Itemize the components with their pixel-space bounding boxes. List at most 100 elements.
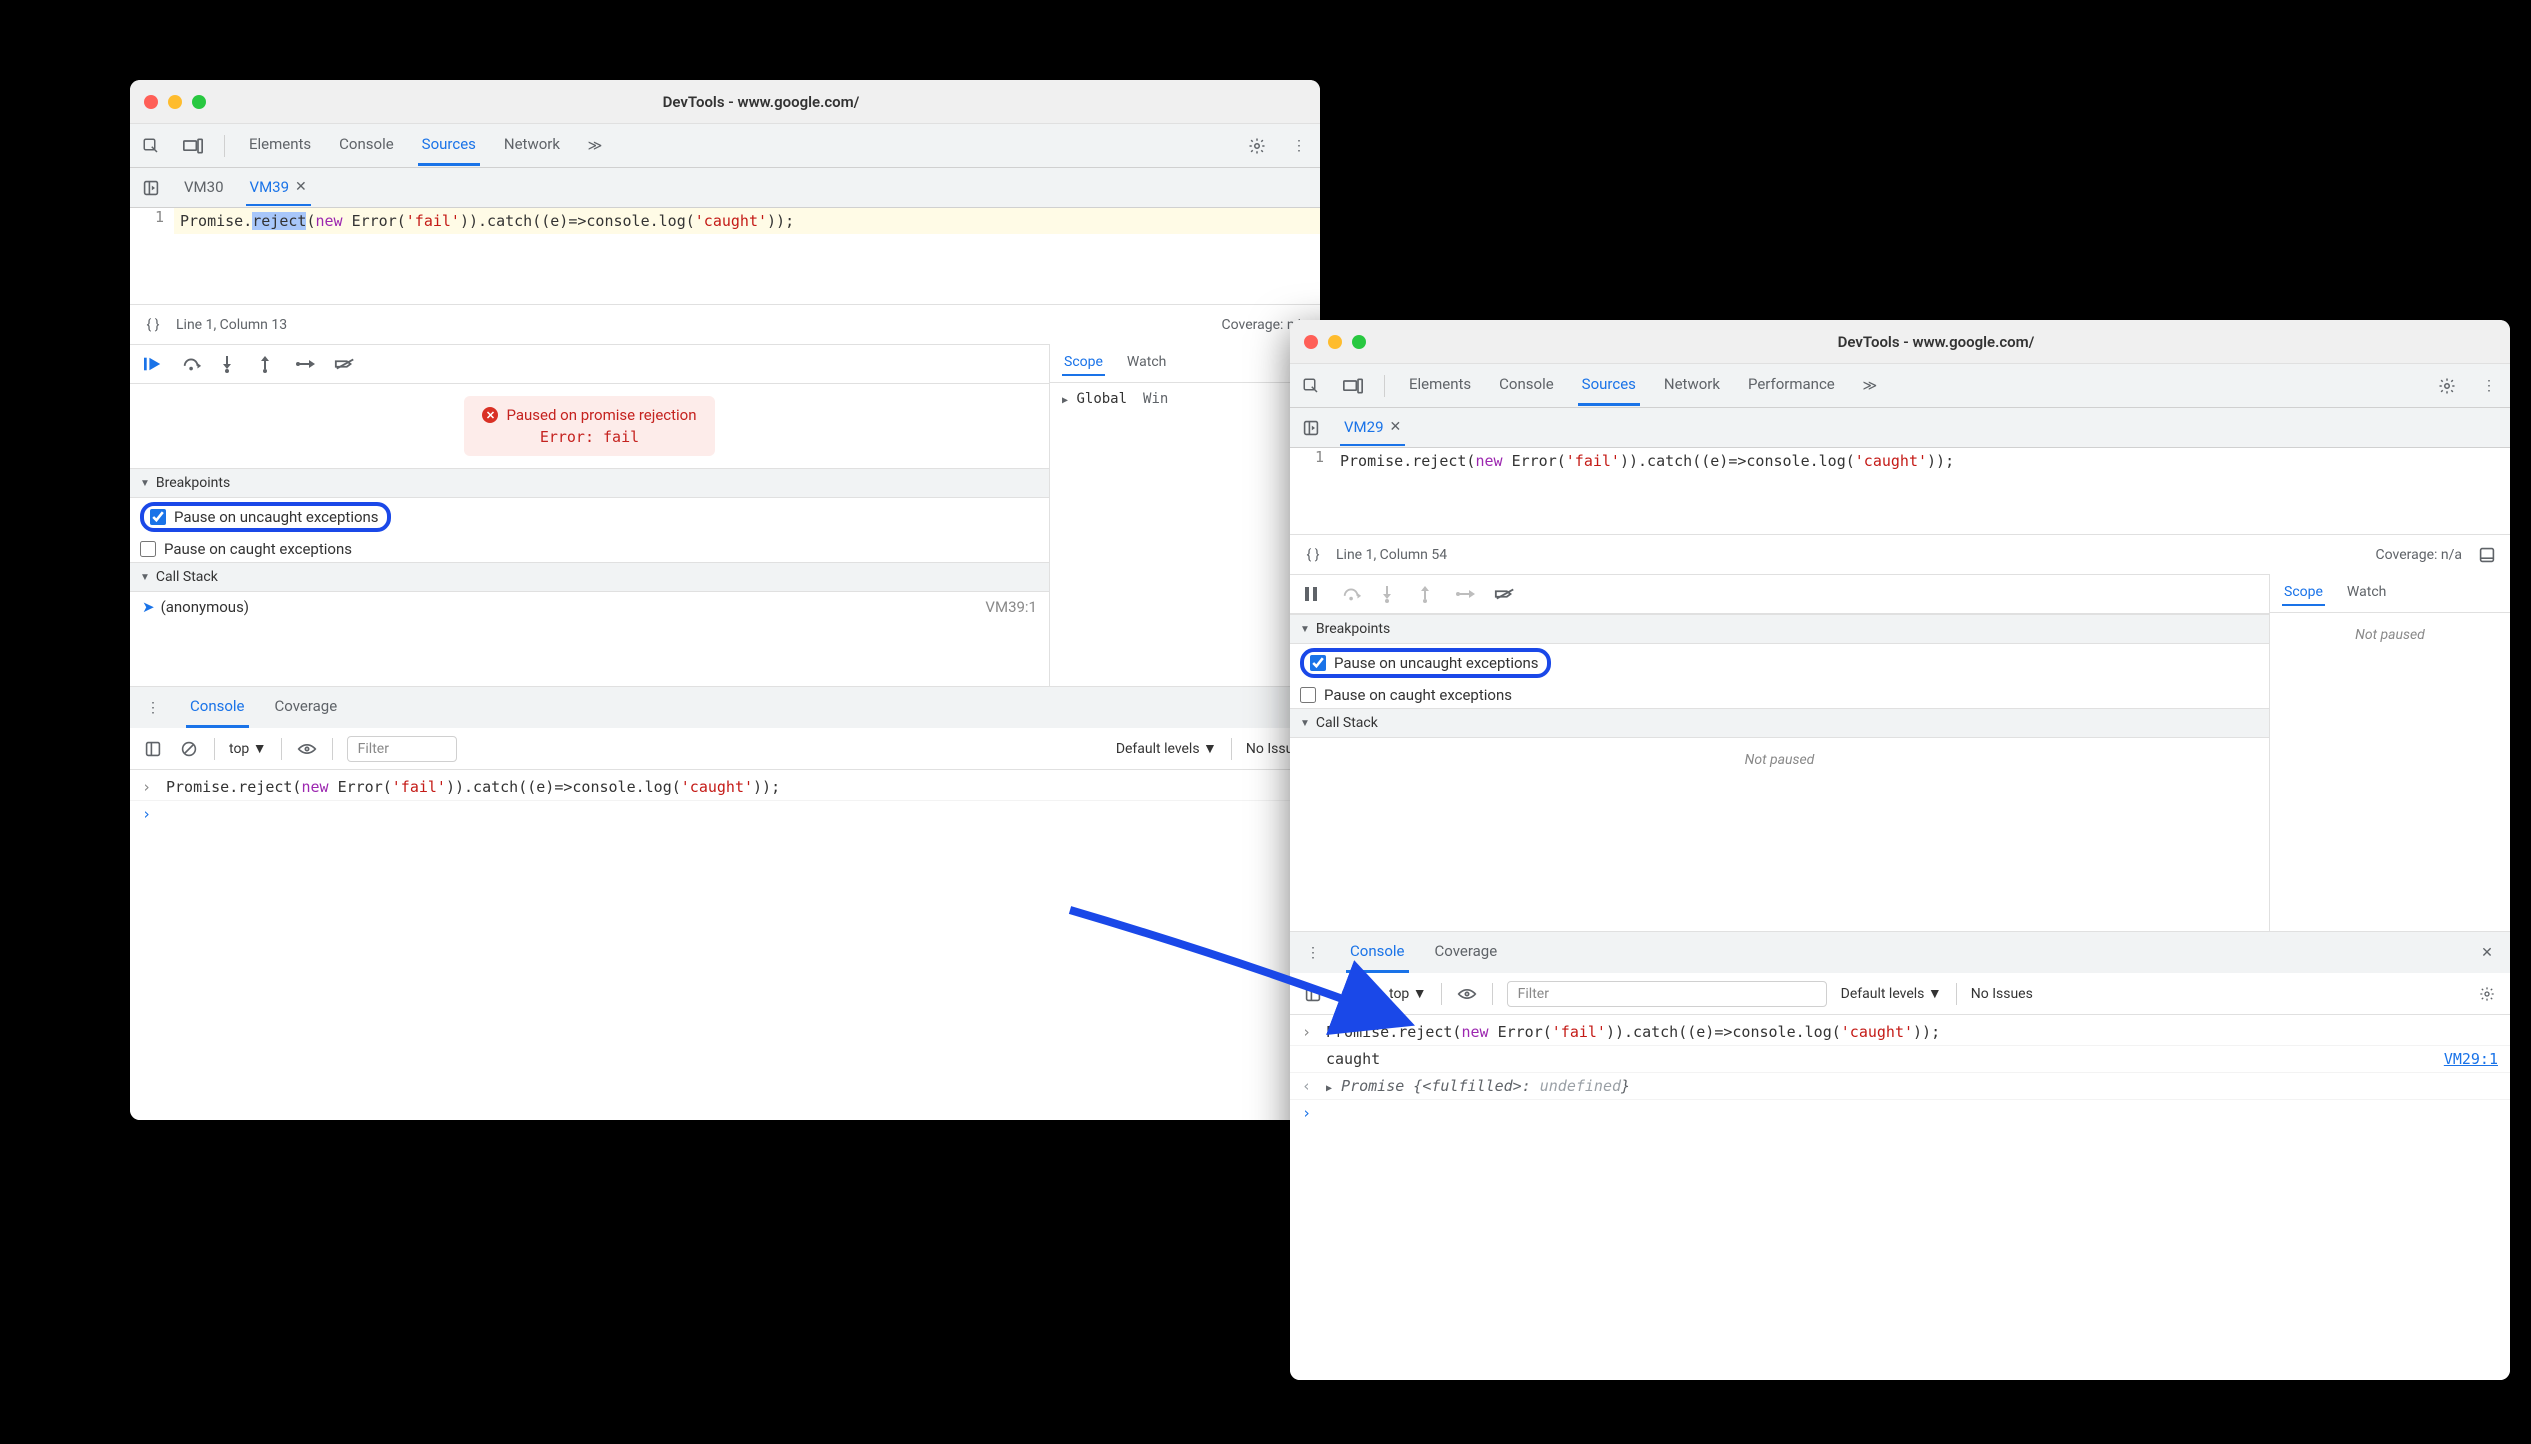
console-source-link[interactable]: VM29:1 bbox=[2444, 1050, 2498, 1068]
clear-console-icon[interactable] bbox=[1338, 983, 1360, 1005]
code-line-1[interactable]: Promise.reject(new Error('fail')).catch(… bbox=[174, 208, 1320, 234]
pause-icon[interactable] bbox=[1304, 586, 1324, 602]
section-breakpoints[interactable]: ▼ Breakpoints bbox=[130, 468, 1049, 498]
tab-scope[interactable]: Scope bbox=[2282, 580, 2325, 606]
console-log-row[interactable]: caught VM29:1 bbox=[1290, 1046, 2510, 1073]
tab-watch[interactable]: Watch bbox=[1125, 350, 1168, 376]
step-icon[interactable] bbox=[296, 357, 316, 371]
tab-console[interactable]: Console bbox=[335, 125, 398, 166]
stack-frame[interactable]: ➤ (anonymous) VM39:1 bbox=[130, 592, 1049, 622]
more-tabs-icon[interactable]: ≫ bbox=[584, 135, 606, 157]
separator bbox=[1231, 738, 1232, 760]
code-editor[interactable]: 1 Promise.reject(new Error('fail')).catc… bbox=[1290, 448, 2510, 534]
code-editor[interactable]: 1 Promise.reject(new Error('fail')).catc… bbox=[130, 208, 1320, 304]
code-line-1[interactable]: Promise.reject(new Error('fail')).catch(… bbox=[1334, 448, 2510, 474]
minimize-icon[interactable] bbox=[1328, 335, 1342, 349]
kebab-icon[interactable]: ⋮ bbox=[1288, 135, 1310, 157]
kebab-icon[interactable]: ⋮ bbox=[2478, 375, 2500, 397]
resume-icon[interactable] bbox=[144, 356, 164, 372]
drawer-tab-coverage[interactable]: Coverage bbox=[1431, 932, 1502, 973]
navigator-toggle-icon[interactable] bbox=[1300, 417, 1322, 439]
inspect-icon[interactable] bbox=[1300, 375, 1322, 397]
minimize-icon[interactable] bbox=[168, 95, 182, 109]
device-toggle-icon[interactable] bbox=[182, 135, 204, 157]
context-selector[interactable]: top ▼ bbox=[1389, 985, 1427, 1002]
kebab-icon[interactable]: ⋮ bbox=[142, 697, 164, 719]
tab-elements[interactable]: Elements bbox=[1405, 365, 1475, 406]
section-title: Breakpoints bbox=[156, 475, 230, 491]
log-levels-selector[interactable]: Default levels ▼ bbox=[1841, 985, 1942, 1002]
checkbox-pause-uncaught[interactable] bbox=[150, 509, 166, 525]
filter-input[interactable]: Filter bbox=[1507, 981, 1827, 1007]
drawer-tab-coverage[interactable]: Coverage bbox=[271, 687, 342, 728]
input-caret-icon: › bbox=[142, 778, 156, 796]
console-input-row[interactable]: › Promise.reject(new Error('fail')).catc… bbox=[130, 774, 1320, 801]
live-expression-icon[interactable] bbox=[296, 738, 318, 760]
tab-sources[interactable]: Sources bbox=[418, 125, 480, 166]
clear-console-icon[interactable] bbox=[178, 738, 200, 760]
step-out-icon[interactable] bbox=[258, 355, 278, 373]
close-icon[interactable] bbox=[144, 95, 158, 109]
console-toolbar: top ▼ Filter Default levels ▼ No Issues bbox=[1290, 973, 2510, 1015]
console-body: › Promise.reject(new Error('fail')).catc… bbox=[130, 770, 1320, 1120]
separator bbox=[1384, 375, 1385, 397]
step-icon bbox=[1456, 587, 1476, 601]
tab-performance[interactable]: Performance bbox=[1744, 365, 1839, 406]
navigator-toggle-icon[interactable] bbox=[140, 177, 162, 199]
file-tab-vm30[interactable]: VM30 bbox=[180, 170, 228, 206]
deactivate-breakpoints-icon[interactable] bbox=[1494, 587, 1514, 601]
format-icon[interactable]: { } bbox=[142, 314, 164, 336]
tab-watch[interactable]: Watch bbox=[2345, 580, 2388, 606]
close-icon[interactable] bbox=[1304, 335, 1318, 349]
console-prompt-row[interactable]: › bbox=[130, 801, 1320, 827]
step-over-icon[interactable] bbox=[182, 356, 202, 372]
gear-icon[interactable] bbox=[2436, 375, 2458, 397]
kebab-icon[interactable]: ⋮ bbox=[1302, 942, 1324, 964]
scope-watch-tabs: Scope Watch bbox=[2270, 574, 2510, 613]
coverage-toggle-icon[interactable] bbox=[2476, 544, 2498, 566]
tab-network[interactable]: Network bbox=[1660, 365, 1724, 406]
gear-icon[interactable] bbox=[1246, 135, 1268, 157]
inspect-icon[interactable] bbox=[140, 135, 162, 157]
live-expression-icon[interactable] bbox=[1456, 983, 1478, 1005]
file-tab-vm39[interactable]: VM39 ✕ bbox=[246, 170, 311, 206]
highlight-annotation: Pause on uncaught exceptions bbox=[1300, 648, 1551, 678]
tab-network[interactable]: Network bbox=[500, 125, 564, 166]
console-return-row[interactable]: ‹ ▶ Promise {<fulfilled>: undefined} bbox=[1290, 1073, 2510, 1100]
step-into-icon[interactable] bbox=[220, 355, 240, 373]
deactivate-breakpoints-icon[interactable] bbox=[334, 357, 354, 371]
issues-button[interactable]: No Issues bbox=[1971, 986, 2033, 1002]
more-tabs-icon[interactable]: ≫ bbox=[1859, 375, 1881, 397]
close-icon[interactable]: ✕ bbox=[1390, 419, 1402, 435]
tab-scope[interactable]: Scope bbox=[1062, 350, 1105, 376]
scope-global-row[interactable]: ▶ Global Win bbox=[1062, 391, 1308, 407]
format-icon[interactable]: { } bbox=[1302, 544, 1324, 566]
tab-elements[interactable]: Elements bbox=[245, 125, 315, 166]
checkbox-pause-caught[interactable] bbox=[1300, 687, 1316, 703]
close-icon[interactable]: ✕ bbox=[2476, 942, 2498, 964]
context-selector[interactable]: top ▼ bbox=[229, 740, 267, 757]
filter-input[interactable]: Filter bbox=[347, 736, 457, 762]
drawer-tab-console[interactable]: Console bbox=[186, 687, 249, 728]
device-toggle-icon[interactable] bbox=[1342, 375, 1364, 397]
maximize-icon[interactable] bbox=[1352, 335, 1366, 349]
section-callstack[interactable]: ▼ Call Stack bbox=[130, 562, 1049, 592]
current-frame-icon: ➤ bbox=[142, 598, 155, 616]
log-levels-selector[interactable]: Default levels ▼ bbox=[1116, 740, 1217, 757]
gear-icon[interactable] bbox=[2476, 983, 2498, 1005]
drawer-tab-console[interactable]: Console bbox=[1346, 932, 1409, 973]
console-prompt-row[interactable]: › bbox=[1290, 1100, 2510, 1126]
debugger-toolbar bbox=[130, 344, 1049, 384]
tab-sources[interactable]: Sources bbox=[1578, 365, 1640, 406]
tab-console[interactable]: Console bbox=[1495, 365, 1558, 406]
sidebar-toggle-icon[interactable] bbox=[1302, 983, 1324, 1005]
checkbox-pause-uncaught[interactable] bbox=[1310, 655, 1326, 671]
section-breakpoints[interactable]: ▼ Breakpoints bbox=[1290, 614, 2269, 644]
file-tab-vm29[interactable]: VM29 ✕ bbox=[1340, 410, 1405, 446]
sidebar-toggle-icon[interactable] bbox=[142, 738, 164, 760]
console-input-row[interactable]: › Promise.reject(new Error('fail')).catc… bbox=[1290, 1019, 2510, 1046]
section-callstack[interactable]: ▼ Call Stack bbox=[1290, 708, 2269, 738]
checkbox-pause-caught[interactable] bbox=[140, 541, 156, 557]
close-icon[interactable]: ✕ bbox=[295, 179, 307, 195]
maximize-icon[interactable] bbox=[192, 95, 206, 109]
